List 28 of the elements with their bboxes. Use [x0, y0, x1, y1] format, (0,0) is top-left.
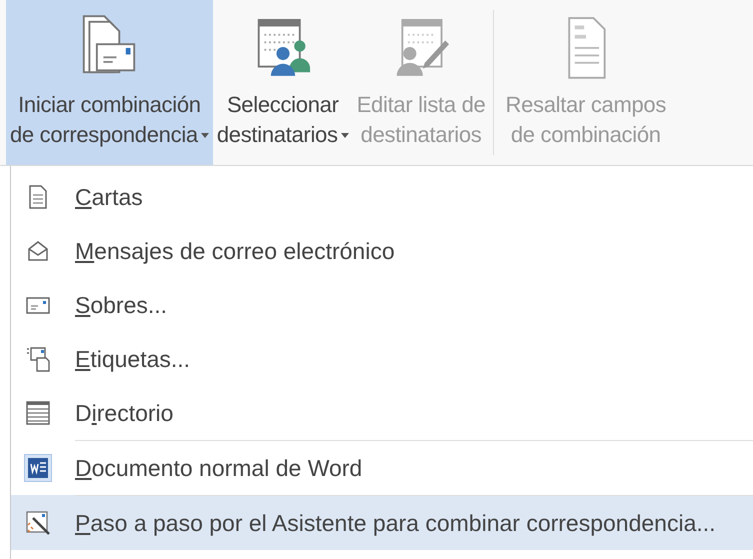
menu-item-label: Paso a paso por el Asistente para combinar correspondencia...	[75, 510, 716, 536]
ribbon-button[interactable]: Iniciar combinación de correspondencia	[6, 0, 213, 165]
ribbon-button[interactable]: Seleccionar destinatarios	[212, 0, 353, 165]
list-icon	[26, 401, 50, 425]
envelope-icon	[26, 295, 50, 315]
document-icon	[28, 185, 48, 209]
menu-item-label: Sobres...	[75, 292, 168, 318]
wand-icon	[25, 510, 51, 536]
menu-item[interactable]: Etiquetas...	[11, 332, 753, 386]
button-label: Editar lista de destinatarios	[356, 91, 486, 149]
menu-item[interactable]: Cartas	[11, 170, 753, 224]
menu-item-label: Cartas	[75, 184, 143, 210]
button-label: Seleccionar destinatarios	[216, 90, 349, 150]
caret-icon	[340, 132, 349, 138]
open-envelope-icon	[27, 240, 49, 262]
menu-item[interactable]: Paso a paso por el Asistente para combinar correspondencia...	[11, 495, 753, 550]
labels-icon	[26, 346, 50, 372]
button-label: Resaltar campos de combinación	[505, 91, 666, 149]
button-label: Iniciar combinación de correspondencia	[10, 90, 209, 150]
word-icon	[24, 454, 52, 482]
menu-item-label: Directorio	[75, 400, 174, 426]
menu-item[interactable]: Sobres...	[11, 278, 753, 332]
menu-item-label: Etiquetas...	[75, 346, 190, 372]
menu-item[interactable]: Directorio	[11, 386, 753, 440]
menu-item-label: Mensajes de correo electrónico	[75, 238, 395, 264]
caret-icon	[200, 132, 209, 138]
menu-item-label: Documento normal de Word	[75, 454, 362, 482]
menu-item[interactable]: Mensajes de correo electrónico	[11, 224, 753, 278]
